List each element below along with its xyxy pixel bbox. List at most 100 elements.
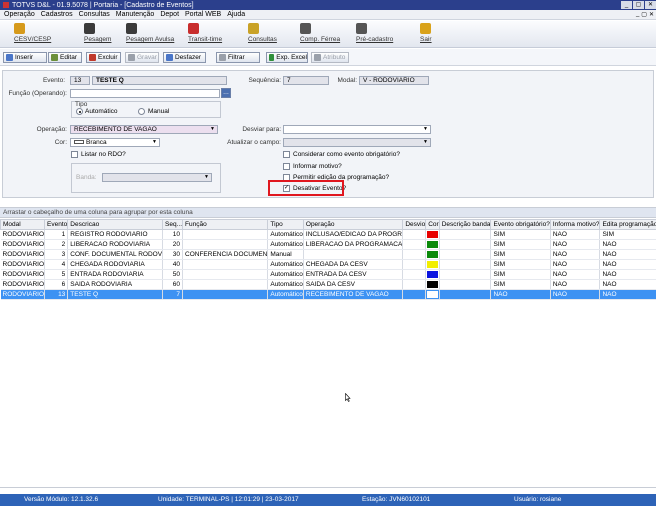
cell-modal: RODOVIARIO [0,259,46,270]
tipo-manual-radio[interactable] [138,108,145,115]
tipo-automatico-radio[interactable] [76,108,83,115]
operacao-select[interactable]: RECEBIMENTO DE VAGAO ▼ [70,125,218,134]
status-bar: Versão Módulo: 12.1.32.6 Unidade: TERMIN… [0,494,656,506]
cell-obrig: SIM [490,259,551,270]
cell-cor [425,249,440,260]
menu-operacao[interactable]: Operação [4,11,35,18]
status-versao: Versão Módulo: 12.1.32.6 [24,496,99,503]
mdi-minimize-button[interactable]: _ [636,11,639,18]
minimize-button[interactable]: _ [621,1,632,9]
cell-edita: NAO [599,269,656,280]
cell-descricao: REGISTRO RODOVIARIO [67,229,164,240]
maximize-button[interactable]: ▢ [633,1,644,9]
column-header-operacao[interactable]: Operação [302,219,404,230]
cell-operacao: SAIDA DA CESV [303,279,404,290]
exp-excel-button[interactable]: Exp. Excel [266,52,308,63]
banda-label: Banda: [76,174,97,181]
train-icon [300,23,311,34]
cell-funcao [182,259,269,270]
chevron-down-icon: ▼ [152,139,157,145]
column-header-funcao[interactable]: Função [182,219,269,230]
column-header-evento[interactable]: Evento [44,219,69,230]
listar-rdo-checkbox[interactable] [71,151,78,158]
column-header-descricao-banda[interactable]: Descrição banda [438,219,492,230]
cell-operacao: INCLUSAO/EDICAO DA PROGR [303,229,404,240]
menu-depot[interactable]: Depot [160,11,179,18]
atualizar-label: Atualizar o campo: [227,139,281,146]
menu-consultas[interactable]: Consultas [79,11,110,18]
cell-modal: RODOVIARIO [0,289,46,300]
obrigatorio-checkbox[interactable] [283,151,290,158]
atributo-button[interactable]: Atributo [311,52,349,63]
banda-group: Banda: ▼ [71,163,221,193]
toolbar-consultas-button[interactable]: Consultas [248,23,277,43]
menu-cadastros[interactable]: Cadastros [41,11,73,18]
column-header-modal[interactable]: Modal [0,219,46,230]
table-row[interactable]: RODOVIARIO 6 SAIDA RODOVIARIA 60 Automático S… [0,279,656,290]
mouse-cursor-icon [345,393,351,402]
mdi-restore-button[interactable]: ▢ [641,11,647,18]
excluir-button[interactable]: Excluir [86,52,121,63]
atualizar-select[interactable]: ▼ [283,138,431,147]
toolbar-label: Comp. Férrea [300,36,341,43]
cell-tipo: Automático [267,279,304,290]
column-header-edita-programacao[interactable]: Edita programação? [599,219,656,230]
toolbar-pesagem-avulsa-button[interactable]: Pesagem Avulsa [126,23,174,43]
cell-motivo: NAO [550,249,601,260]
menu-portal-web[interactable]: Portal WEB [185,11,221,18]
cell-seq: 40 [162,259,184,270]
gravar-button[interactable]: Gravar [125,52,159,63]
color-swatch [427,281,438,288]
toolbar-pesagem-button[interactable]: Pesagem [84,23,111,43]
editar-button[interactable]: Editar [48,52,82,63]
cor-select[interactable]: Branca ▼ [70,138,160,147]
close-button[interactable]: ✕ [645,1,656,9]
filtrar-icon [219,54,226,61]
table-row[interactable]: RODOVIARIO 5 ENTRADA RODOVIARIA 50 Automátic… [0,269,656,280]
desviar-select[interactable]: ▼ [283,125,431,134]
motivo-checkbox[interactable] [283,163,290,170]
cell-obrig: SIM [490,269,551,280]
action-label: Filtrar [228,54,245,61]
column-header-descricao[interactable]: Descricao [67,219,164,230]
mdi-close-button[interactable]: ✕ [649,11,654,18]
tipo-automatico-label: Automático [85,108,118,115]
evento-code-field[interactable]: 13 [70,76,90,85]
toolbar-transit-time-button[interactable]: Transit-time [188,23,222,43]
funcao-field[interactable] [70,89,220,98]
toolbar-pre-cadastro-button[interactable]: Pré-cadastro [356,23,393,43]
exit-icon [420,23,431,34]
menu-manutencao[interactable]: Manutenção [116,11,155,18]
banda-select[interactable]: ▼ [102,173,212,182]
filtrar-button[interactable]: Filtrar [216,52,260,63]
main-toolbar: CESV/CESP Pesagem Pesagem Avulsa Transit-ti… [0,21,656,48]
inserir-button[interactable]: Inserir [3,52,47,63]
column-header-tipo[interactable]: Tipo [267,219,304,230]
column-header-seq[interactable]: Seq... [162,219,184,230]
table-row[interactable]: RODOVIARIO 13 TESTE Q 7 Automático RECEBIMENT… [0,289,656,300]
table-row[interactable]: RODOVIARIO 4 CHEGADA RODOVIARIA 40 Automátic… [0,259,656,270]
evento-name-field[interactable]: TESTE Q [92,76,227,85]
toolbar-cesv-cesp-button[interactable]: CESV/CESP [14,23,51,43]
cell-descricao: CONF. DOCUMENTAL RODOV [67,249,164,260]
column-header-cor[interactable]: Cor [425,219,440,230]
toolbar-label: Pré-cadastro [356,36,394,43]
column-header-evento-obrigatorio[interactable]: Evento obrigatório? [490,219,551,230]
color-swatch [427,261,438,268]
table-row[interactable]: RODOVIARIO 1 REGISTRO RODOVIARIO 10 Automáti… [0,229,656,240]
cell-tipo: Automático [267,259,304,270]
modal-field[interactable]: V - RODOVIARIO [359,76,429,85]
menu-ajuda[interactable]: Ajuda [227,11,245,18]
sequencia-field[interactable]: 7 [283,76,329,85]
toolbar-comp-ferrea-button[interactable]: Comp. Férrea [300,23,340,43]
table-row[interactable]: RODOVIARIO 3 CONF. DOCUMENTAL RODOV 30 CONFE… [0,249,656,260]
toolbar-label: Sair [420,36,432,43]
desfazer-button[interactable]: Desfazer [163,52,206,63]
column-header-informa-motivo[interactable]: Informa motivo? [549,219,601,230]
column-header-desvio[interactable]: Desvio [402,219,427,230]
desviar-label: Desviar para: [242,126,281,133]
funcao-lookup-button[interactable]: … [221,88,231,98]
cell-motivo: NAO [550,269,601,280]
table-row[interactable]: RODOVIARIO 2 LIBERACAO RODOVIARIA 20 Automát… [0,239,656,250]
toolbar-sair-button[interactable]: Sair [420,23,432,43]
